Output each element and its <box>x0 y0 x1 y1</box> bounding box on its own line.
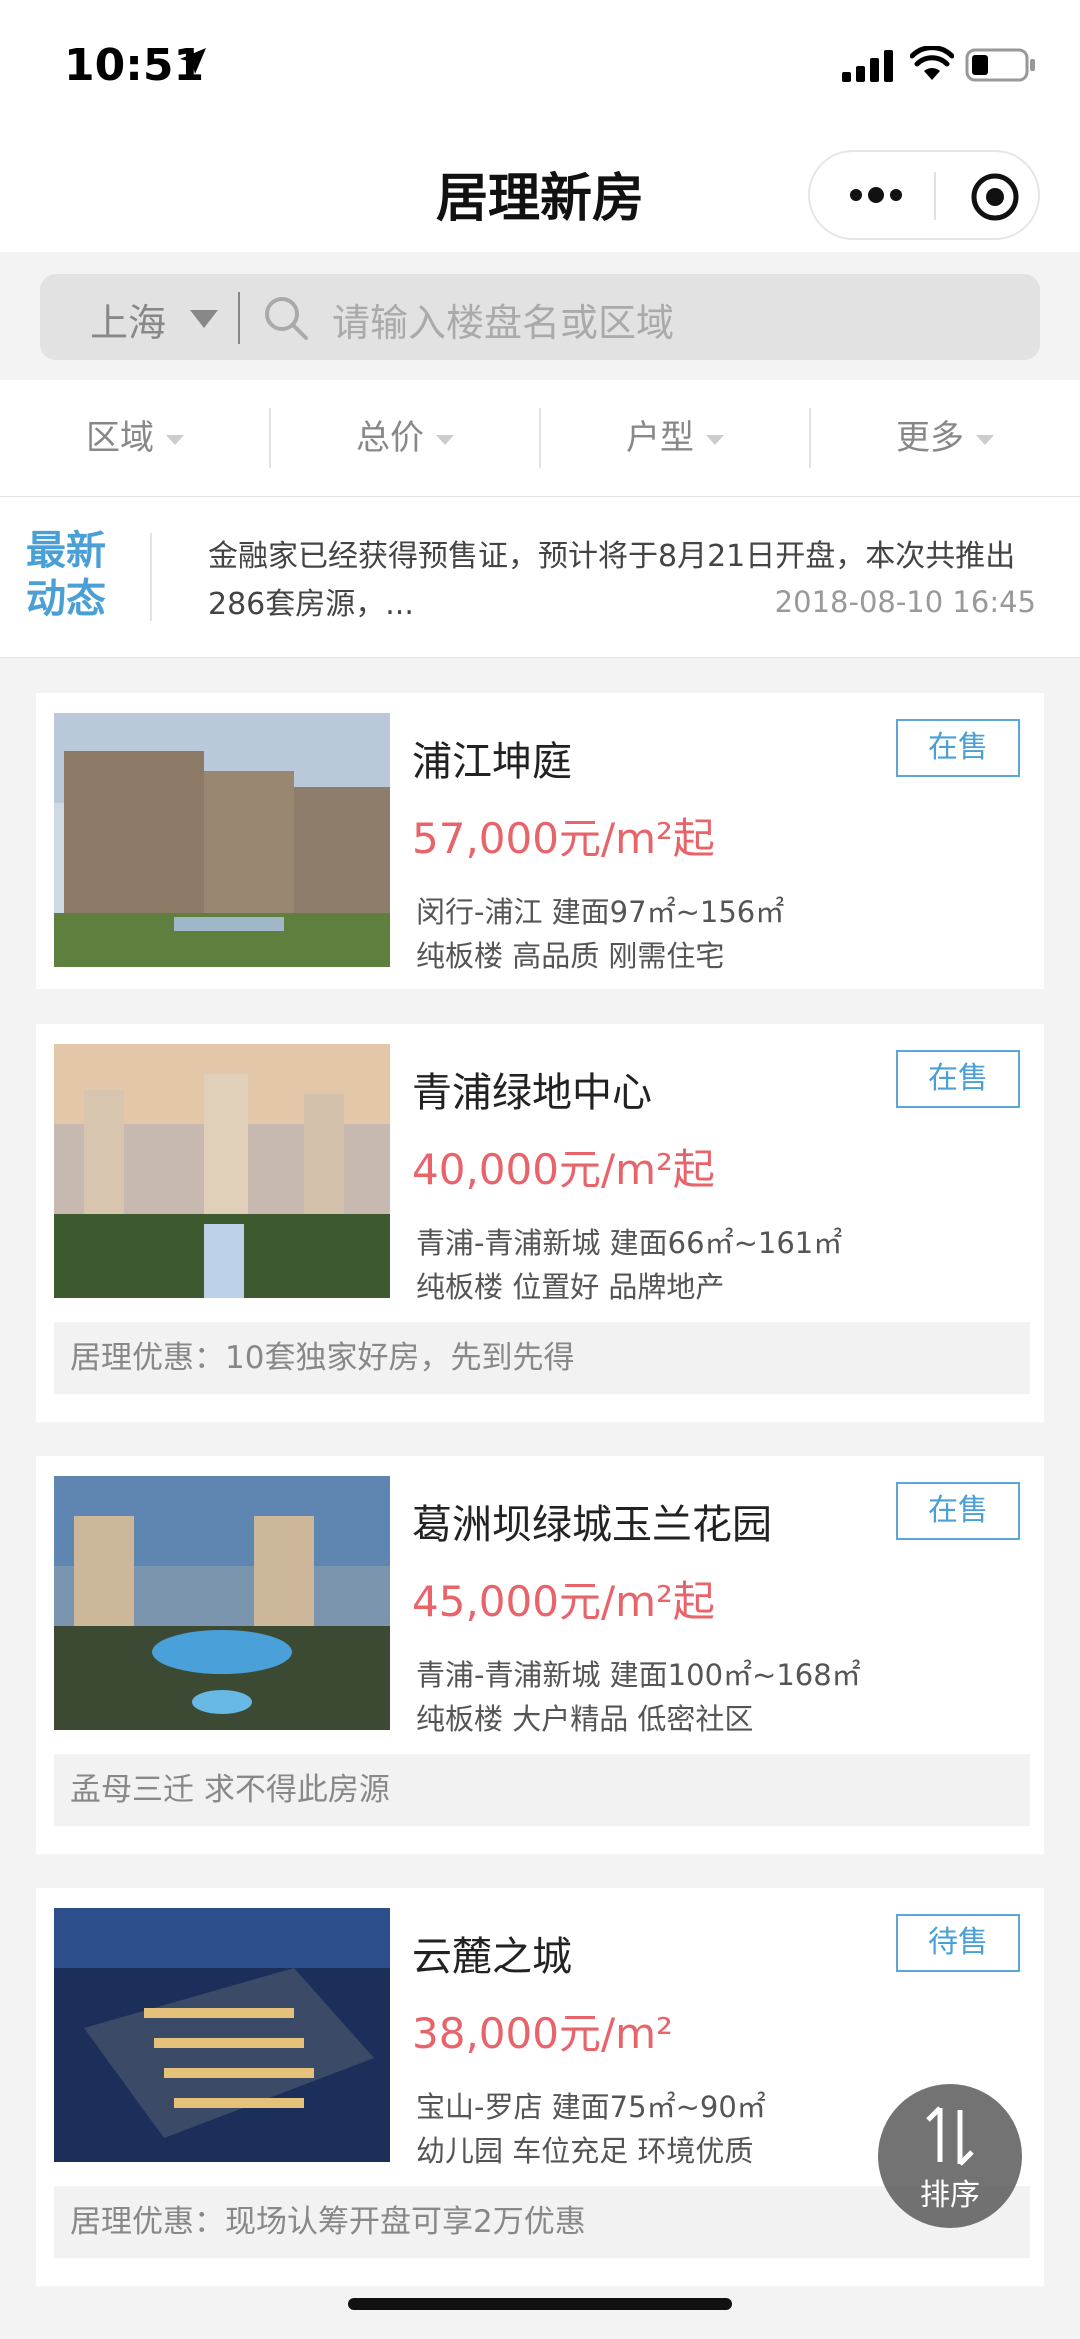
filter-bar: 区域 总价 户型 更多 <box>0 380 1080 497</box>
listing-price: 57,000元/m²起 <box>412 814 715 863</box>
listing-title: 青浦绿地中心 <box>412 1070 652 1116</box>
listing-photo <box>54 1476 390 1730</box>
listing-card[interactable]: 浦江坤庭 在售 57,000元/m²起 闵行-浦江 建面97㎡~156㎡ 纯板楼… <box>36 693 1044 989</box>
status-badge: 在售 <box>896 719 1020 777</box>
status-badge: 在售 <box>896 1482 1020 1540</box>
listing-tags: 纯板楼 大户精品 低密社区 <box>416 1702 754 1736</box>
listing-card[interactable]: 青浦绿地中心 在售 40,000元/m²起 青浦-青浦新城 建面66㎡~161㎡… <box>36 1024 1044 1422</box>
search-icon <box>265 297 308 340</box>
listing-card[interactable]: 葛洲坝绿城玉兰花园 在售 45,000元/m²起 青浦-青浦新城 建面100㎡~… <box>36 1456 1044 1854</box>
listing-price: 38,000元/m² <box>412 2009 673 2058</box>
listing-promo: 孟母三迁 求不得此房源 <box>54 1754 1030 1826</box>
listing-title: 葛洲坝绿城玉兰花园 <box>412 1502 772 1548</box>
more-icon[interactable] <box>848 185 904 205</box>
latest-news[interactable]: 最新动态 金融家已经获得预售证，预计将于8月21日开盘，本次共推出286套房源，… <box>0 497 1080 658</box>
filter-label: 户型 <box>626 418 694 458</box>
sort-icon <box>926 2106 974 2166</box>
listing-photo <box>54 713 390 967</box>
listing-promo: 居理优惠：10套独家好房，先到先得 <box>54 1322 1030 1394</box>
listing-card[interactable]: 云麓之城 待售 38,000元/m² 宝山-罗店 建面75㎡~90㎡ 幼儿园 车… <box>36 1888 1044 2286</box>
mini-program-capsule <box>808 150 1040 240</box>
listing-tags: 幼儿园 车位充足 环境优质 <box>416 2134 754 2168</box>
status-badge: 在售 <box>896 1050 1020 1108</box>
listing-title: 浦江坤庭 <box>412 739 572 785</box>
navigation-bar: 居理新房 <box>0 130 1080 252</box>
caret-down-icon <box>436 434 454 445</box>
cellular-signal-icon <box>842 50 893 82</box>
search-divider <box>238 292 240 344</box>
battery-icon <box>965 48 1035 82</box>
city-selector[interactable]: 上海 <box>90 292 166 347</box>
filter-label: 更多 <box>896 418 964 458</box>
filter-total-price[interactable]: 总价 <box>270 380 540 496</box>
status-bar: 10:51 <box>0 0 1080 130</box>
listing-location: 闵行-浦江 建面97㎡~156㎡ <box>416 895 785 929</box>
listing-photo <box>54 1908 390 2162</box>
caret-down-icon <box>976 434 994 445</box>
listing-photo <box>54 1044 390 1298</box>
listing-tags: 纯板楼 高品质 刚需住宅 <box>416 939 725 973</box>
filter-label: 总价 <box>356 418 424 458</box>
listing-price: 40,000元/m²起 <box>412 1145 715 1194</box>
search-bar[interactable]: 上海 请输入楼盘名或区域 <box>40 274 1040 360</box>
location-arrow-icon <box>180 48 206 74</box>
listing-title: 云麓之城 <box>412 1934 572 1980</box>
news-tag: 最新动态 <box>26 528 106 622</box>
listing-location: 青浦-青浦新城 建面66㎡~161㎡ <box>416 1226 843 1260</box>
search-input[interactable]: 请输入楼盘名或区域 <box>332 292 674 347</box>
listing-price: 45,000元/m²起 <box>412 1577 715 1626</box>
news-divider <box>150 533 152 621</box>
caret-down-icon <box>706 434 724 445</box>
filter-more[interactable]: 更多 <box>810 380 1080 496</box>
listing-tags: 纯板楼 位置好 品牌地产 <box>416 1270 725 1304</box>
filter-region[interactable]: 区域 <box>0 380 270 496</box>
listing-location: 青浦-青浦新城 建面100㎡~168㎡ <box>416 1658 861 1692</box>
wifi-icon <box>910 46 954 80</box>
sort-button[interactable]: 排序 <box>878 2084 1022 2228</box>
close-target-icon[interactable] <box>970 172 1020 222</box>
caret-down-icon[interactable] <box>190 310 218 328</box>
listing-location: 宝山-罗店 建面75㎡~90㎡ <box>416 2090 766 2124</box>
filter-layout[interactable]: 户型 <box>540 380 810 496</box>
capsule-divider <box>934 172 936 220</box>
search-area: 上海 请输入楼盘名或区域 <box>0 252 1080 380</box>
sort-label: 排序 <box>920 2178 980 2213</box>
home-indicator[interactable] <box>348 2298 732 2310</box>
news-date: 2018-08-10 16:45 <box>774 585 1036 619</box>
status-badge: 待售 <box>896 1914 1020 1972</box>
filter-label: 区域 <box>86 418 154 458</box>
caret-down-icon <box>166 434 184 445</box>
